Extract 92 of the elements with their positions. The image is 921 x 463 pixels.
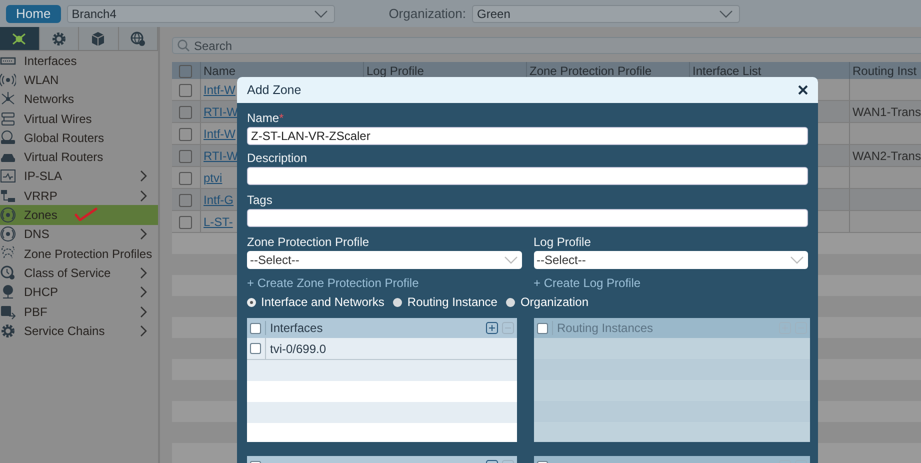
antenna-icon <box>0 72 16 88</box>
profile-dropdown[interactable]: --Select-- <box>534 251 808 269</box>
panel-title: Routing Instances <box>552 321 775 335</box>
hierarchy-icon <box>0 188 16 204</box>
sidebar-item[interactable]: DHCP <box>0 282 158 302</box>
sidebar-item[interactable]: Global Routers <box>0 128 158 148</box>
column-header[interactable]: Interface List <box>689 62 849 79</box>
radio-dot[interactable] <box>506 298 516 306</box>
table-cell: WAN2-Trans <box>852 148 921 162</box>
panel-title: Interfaces <box>265 321 482 335</box>
row-checkbox[interactable] <box>179 150 192 163</box>
close-icon[interactable] <box>798 85 808 95</box>
chevron-down-icon <box>719 10 734 18</box>
sidebar-item[interactable]: Interfaces <box>0 51 158 70</box>
zone-link[interactable]: Intf-G <box>204 192 234 206</box>
row-checkbox[interactable] <box>179 106 192 119</box>
create-link[interactable]: + Create Zone Protection Profile <box>247 276 419 290</box>
field-label: Tags <box>247 193 272 207</box>
settings-icon <box>0 322 16 339</box>
router-icon <box>0 130 16 146</box>
table-cell: WAN1-Trans <box>852 104 921 118</box>
create-link[interactable]: + Create Log Profile <box>534 276 641 290</box>
sidebar-item[interactable]: Virtual Wires <box>0 108 158 128</box>
sidebar-item[interactable]: Class of Service <box>0 263 158 283</box>
checkmark-icon <box>74 207 98 222</box>
chevron-down-icon <box>790 256 804 264</box>
scope-radio[interactable]: Organization <box>506 295 589 309</box>
tags-field[interactable] <box>247 209 808 227</box>
sidebar-item[interactable]: WLAN <box>0 70 158 90</box>
scope-radio[interactable]: Routing Instance <box>393 295 498 309</box>
radio-dot[interactable] <box>393 298 402 306</box>
add-button[interactable] <box>486 322 498 334</box>
network-icon <box>0 91 16 108</box>
name-field[interactable]: Z-ST-LAN-VR-ZScaler <box>247 127 808 145</box>
wires-icon <box>0 110 16 127</box>
globe-gear-icon <box>130 30 146 46</box>
radio-dot[interactable] <box>247 298 256 306</box>
select-all-checkbox[interactable] <box>179 64 192 78</box>
antenna-icon <box>0 207 16 224</box>
field-label: Description <box>247 151 308 165</box>
zone-link[interactable]: Intf-W <box>204 82 236 96</box>
description-field[interactable] <box>247 167 808 185</box>
zone-link[interactable]: ptvi <box>204 170 222 184</box>
row-checkbox[interactable] <box>179 172 192 185</box>
row-checkbox[interactable] <box>179 84 192 97</box>
globe-icon <box>0 284 16 300</box>
zone-link[interactable]: RTI-W <box>204 148 238 162</box>
profile-dropdown[interactable]: --Select-- <box>247 251 522 269</box>
home-button[interactable]: Home <box>6 4 61 22</box>
sidebar-item[interactable]: VRRP <box>0 186 158 206</box>
checkbox[interactable] <box>250 343 261 354</box>
chevron-down-icon <box>504 256 518 264</box>
row-checkbox[interactable] <box>179 216 192 229</box>
field-label: Name* <box>247 111 284 125</box>
sidebar-tab[interactable] <box>118 27 158 50</box>
dialog-title: Add Zone <box>247 83 302 97</box>
scope-radio[interactable]: Interface and Networks <box>247 295 384 309</box>
network-icon <box>11 30 28 46</box>
organization-dropdown[interactable]: Green <box>472 4 740 22</box>
search-icon <box>177 39 190 52</box>
sidebar-item[interactable]: Virtual Routers <box>0 147 158 167</box>
search-input[interactable]: Search <box>194 38 921 52</box>
column-header[interactable]: Routing Inst <box>849 62 921 79</box>
sidebar-item[interactable]: PBF <box>0 302 158 322</box>
sidebar-item[interactable]: Zone Protection Profiles <box>0 244 158 264</box>
sidebar-tab[interactable] <box>40 27 79 50</box>
field-label: Log Profile <box>534 235 591 249</box>
sidebar-tab[interactable] <box>79 27 118 50</box>
sidebar-item[interactable]: DNS <box>0 224 158 244</box>
sidebar-item[interactable]: Zones <box>0 205 158 225</box>
search-field[interactable]: Search <box>172 37 921 54</box>
checkbox[interactable] <box>250 322 261 334</box>
row-checkbox[interactable] <box>179 194 192 207</box>
row-checkbox[interactable] <box>179 128 192 141</box>
sidebar-item[interactable]: Networks <box>0 90 158 109</box>
branch-dropdown[interactable]: Branch4 <box>66 4 335 22</box>
sidebar-item[interactable]: Service Chains <box>0 321 158 340</box>
cube-icon <box>90 30 106 46</box>
clock-gear-icon <box>0 264 16 281</box>
zone-link[interactable]: RTI-W <box>204 104 238 118</box>
field-label: Zone Protection Profile <box>247 235 370 249</box>
zone-link[interactable]: L-ST- <box>204 214 233 228</box>
sidebar-tab[interactable] <box>0 27 40 50</box>
column-header[interactable]: Name <box>200 62 363 79</box>
sidebar-item[interactable]: IP-SLA <box>0 166 158 186</box>
settings-icon <box>50 30 67 46</box>
chart-icon <box>0 168 16 184</box>
document-arrow-icon <box>0 304 16 320</box>
chevron-down-icon <box>314 10 328 18</box>
organization-label: Organization: <box>388 6 466 21</box>
antenna-icon <box>0 226 16 242</box>
zone-link[interactable]: Intf-W <box>204 126 236 140</box>
